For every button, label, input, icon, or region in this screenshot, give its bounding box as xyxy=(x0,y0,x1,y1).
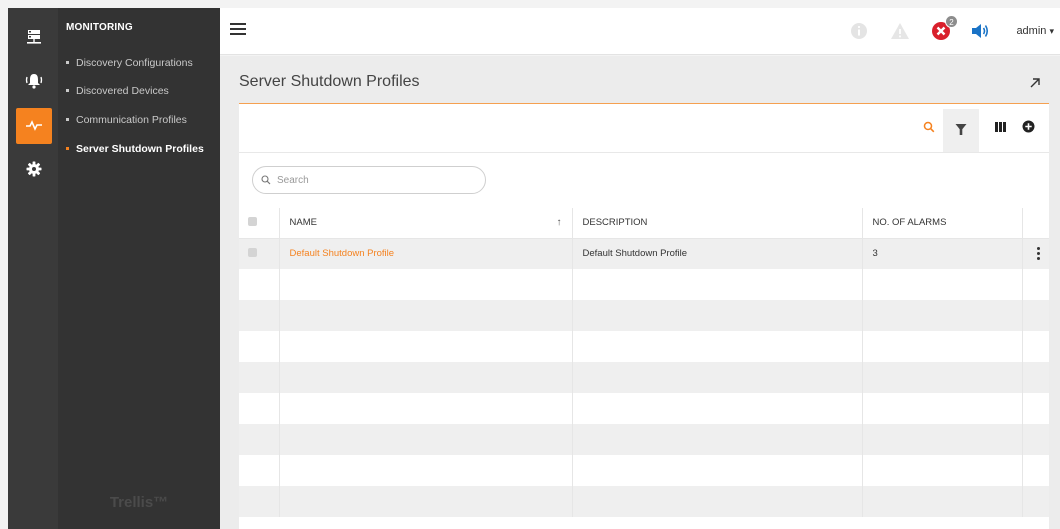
expand-arrow-icon[interactable] xyxy=(1028,76,1042,90)
row-name-cell: Default Shutdown Profile xyxy=(279,238,573,269)
bullet xyxy=(66,60,69,64)
submenu-item-label: Discovery Configurations xyxy=(76,57,193,69)
row-alarms-cell: 3 xyxy=(862,238,1023,269)
hamburger-menu-icon[interactable] xyxy=(230,23,246,39)
row-checkbox[interactable] xyxy=(248,247,257,257)
submenu-item-label: Communication Profiles xyxy=(76,114,187,126)
empty-table-row xyxy=(239,455,1049,486)
column-header-actions xyxy=(1022,208,1049,239)
rail-item-settings[interactable] xyxy=(16,152,52,188)
table-header-row: NAME ↑ DESCRIPTION NO. OF ALARMS xyxy=(239,208,1049,239)
server-icon xyxy=(26,29,42,48)
search-field[interactable] xyxy=(252,166,486,194)
filter-button[interactable] xyxy=(943,109,979,152)
empty-table-row xyxy=(239,424,1049,455)
search-field-icon xyxy=(261,175,271,185)
empty-table-row xyxy=(239,486,1049,517)
top-bar: 2 admin ▾ xyxy=(220,8,1060,55)
columns-icon xyxy=(994,121,1006,135)
search-toggle-button[interactable] xyxy=(917,116,941,140)
empty-table-row xyxy=(239,269,1049,300)
empty-table-row xyxy=(239,362,1049,393)
submenu-item-discovered-devices[interactable]: Discovered Devices xyxy=(66,85,169,97)
column-header-alarms[interactable]: NO. OF ALARMS xyxy=(862,208,1023,239)
activity-pulse-icon xyxy=(25,118,43,135)
filter-icon xyxy=(955,123,967,139)
more-options-icon[interactable] xyxy=(1028,247,1050,261)
bullet xyxy=(66,146,69,150)
search-icon xyxy=(923,121,935,136)
submenu-item-label: Discovered Devices xyxy=(76,85,169,97)
info-icon[interactable] xyxy=(848,20,870,42)
critical-alarm-count-badge: 2 xyxy=(945,15,958,28)
select-all-cell xyxy=(239,208,280,239)
submenu-item-label: Server Shutdown Profiles xyxy=(76,143,204,155)
monitoring-submenu: MONITORING Discovery Configurations Disc… xyxy=(58,8,220,529)
rail-item-alarms[interactable] xyxy=(16,64,52,100)
warning-icon[interactable] xyxy=(889,20,911,42)
column-header-description[interactable]: DESCRIPTION xyxy=(572,208,863,239)
user-name: admin xyxy=(1016,25,1047,37)
page-title: Server Shutdown Profiles xyxy=(239,73,420,90)
bullet xyxy=(66,88,69,92)
app-frame: MONITORING Discovery Configurations Disc… xyxy=(0,0,1060,529)
critical-alarm-icon[interactable]: 2 xyxy=(930,15,958,42)
submenu-item-server-shutdown-profiles[interactable]: Server Shutdown Profiles xyxy=(66,143,204,155)
profiles-table: NAME ↑ DESCRIPTION NO. OF ALARMS Default … xyxy=(239,208,1049,517)
submenu-item-discovery-configurations[interactable]: Discovery Configurations xyxy=(66,57,193,69)
submenu-item-communication-profiles[interactable]: Communication Profiles xyxy=(66,114,187,126)
sort-ascending-icon[interactable]: ↑ xyxy=(557,217,562,228)
table-row[interactable]: Default Shutdown Profile Default Shutdow… xyxy=(239,238,1049,269)
column-header-label: NAME xyxy=(289,217,317,229)
alarm-bell-icon xyxy=(25,72,43,93)
profiles-panel: NAME ↑ DESCRIPTION NO. OF ALARMS Default … xyxy=(239,104,1049,529)
empty-table-row xyxy=(239,331,1049,362)
select-all-checkbox[interactable] xyxy=(248,216,257,226)
profile-name-link[interactable]: Default Shutdown Profile xyxy=(290,248,395,259)
rail-item-devices[interactable] xyxy=(16,20,52,56)
row-actions-cell xyxy=(1022,238,1049,269)
bullet xyxy=(66,117,69,121)
empty-table-row xyxy=(239,393,1049,424)
caret-down-icon: ▾ xyxy=(1049,26,1054,36)
toolbar-divider xyxy=(239,152,1049,153)
empty-table-row xyxy=(239,300,1049,331)
icon-rail xyxy=(8,8,58,529)
columns-button[interactable] xyxy=(988,116,1012,140)
search-input[interactable] xyxy=(277,173,477,188)
speaker-icon[interactable] xyxy=(969,20,991,42)
row-select-cell xyxy=(239,238,280,269)
column-header-name[interactable]: NAME ↑ xyxy=(279,208,573,239)
user-menu[interactable]: admin ▾ xyxy=(1016,25,1054,37)
add-circle-icon xyxy=(1022,120,1035,136)
add-profile-button[interactable] xyxy=(1016,116,1040,140)
brand-logo: Trellis™ xyxy=(109,494,169,511)
row-description-cell: Default Shutdown Profile xyxy=(572,238,863,269)
gear-icon xyxy=(26,161,42,180)
submenu-title: MONITORING xyxy=(66,22,133,33)
rail-item-monitoring[interactable] xyxy=(16,108,52,144)
